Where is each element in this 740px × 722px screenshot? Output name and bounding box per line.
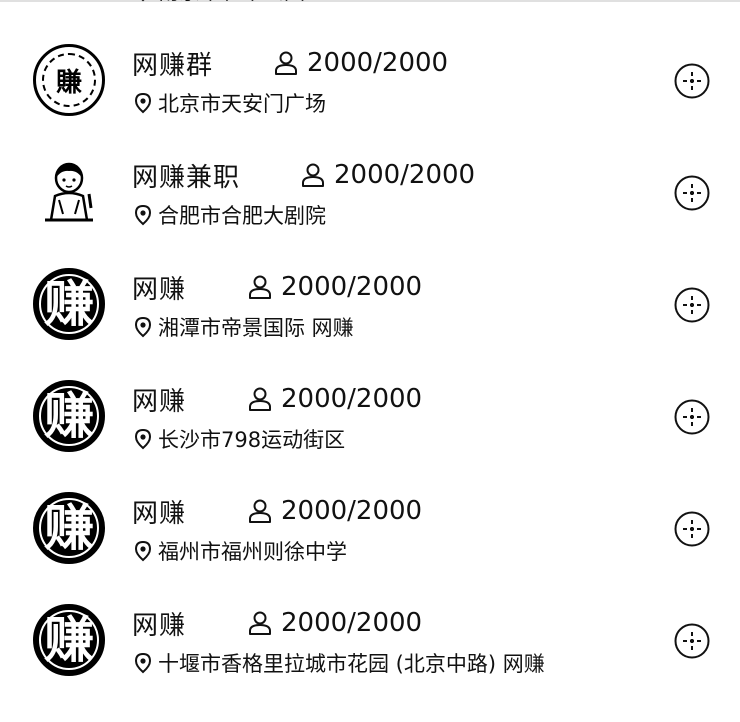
member-count: 2000/2000 xyxy=(247,496,422,526)
group-location: 北京市天安门广场 xyxy=(158,92,326,116)
group-location-line: 福州市福州则徐中学 xyxy=(132,536,347,566)
group-title-line: 网赚群 2000/2000 xyxy=(132,45,448,82)
member-count: 2000/2000 xyxy=(273,48,448,78)
member-count-value: 2000/2000 xyxy=(281,384,423,414)
group-title-line: 网赚 2000/2000 xyxy=(132,269,422,306)
group-name[interactable]: 网赚 xyxy=(132,269,247,306)
join-group-button[interactable] xyxy=(673,286,711,324)
member-count: 2000/2000 xyxy=(300,160,475,190)
join-group-button[interactable] xyxy=(673,174,711,212)
group-location: 福州市福州则徐中学 xyxy=(158,540,347,564)
member-count: 2000/2000 xyxy=(247,272,422,302)
group-row[interactable]: 网赚兼职 2000/2000 合肥市合肥大剧院 xyxy=(0,136,740,248)
group-avatar[interactable]: 赚 xyxy=(33,268,105,340)
group-row[interactable]: 賺 网赚群 2000/2000 北京市天安门广场 xyxy=(0,24,740,136)
group-location-line: 湘潭市帝景国际 网赚 xyxy=(132,312,354,342)
member-count-value: 2000/2000 xyxy=(281,272,423,302)
person-icon xyxy=(302,163,324,187)
group-avatar[interactable]: 賺 xyxy=(33,44,105,116)
location-pin-icon xyxy=(134,92,152,114)
group-location: 湘潭市帝景国际 网赚 xyxy=(158,316,354,340)
group-title-line: 网赚 2000/2000 xyxy=(132,605,422,642)
group-name[interactable]: 网赚 xyxy=(132,605,247,642)
avatar-glyph: 賺 xyxy=(55,67,82,98)
group-avatar[interactable]: 赚 xyxy=(33,380,105,452)
location-pin-icon xyxy=(134,428,152,450)
group-row[interactable]: 赚 网赚 2000/2000 长沙市798运动街区 xyxy=(0,360,740,472)
avatar-glyph: 赚 xyxy=(44,610,94,669)
avatar-glyph: 赚 xyxy=(44,274,94,333)
group-location-line: 合肥市合肥大剧院 xyxy=(132,200,326,230)
group-name[interactable]: 网赚群 xyxy=(132,45,273,82)
group-location-line: 南京市和平公园 1234 xyxy=(132,0,365,6)
join-group-button[interactable] xyxy=(673,62,711,100)
group-location-line: 北京市天安门广场 xyxy=(132,88,326,118)
member-count: 2000/2000 xyxy=(247,384,422,414)
person-icon xyxy=(249,275,271,299)
group-name[interactable]: 网赚兼职 xyxy=(132,157,300,194)
group-title-line: 网赚兼职 2000/2000 xyxy=(132,157,475,194)
group-avatar[interactable]: 赚 xyxy=(33,492,105,564)
group-location: 合肥市合肥大剧院 xyxy=(158,204,326,228)
join-group-button[interactable] xyxy=(673,622,711,660)
group-avatar[interactable] xyxy=(33,156,105,228)
group-row[interactable]: 赚 网赚 2000/2000 十堰市香格里拉城市花园 (北京中路) 网赚 xyxy=(0,584,740,696)
group-avatar[interactable] xyxy=(33,0,105,4)
group-name[interactable]: 网赚 xyxy=(132,381,247,418)
group-list: 南京市和平公园 1234 賺 网赚群 2000/2000 北京市天安门广场网赚兼职 200… xyxy=(0,0,740,696)
join-group-button[interactable] xyxy=(673,510,711,548)
member-count-value: 2000/2000 xyxy=(307,48,449,78)
group-row[interactable]: 南京市和平公园 1234 xyxy=(0,0,740,24)
join-group-button[interactable] xyxy=(673,398,711,436)
avatar-glyph: 赚 xyxy=(44,386,94,445)
member-count-value: 2000/2000 xyxy=(334,160,476,190)
group-row[interactable]: 赚 网赚 2000/2000 湘潭市帝景国际 网赚 xyxy=(0,248,740,360)
group-location: 长沙市798运动街区 xyxy=(158,428,346,452)
member-count-value: 2000/2000 xyxy=(281,608,423,638)
avatar-glyph: 赚 xyxy=(44,498,94,557)
group-title-line: 网赚 2000/2000 xyxy=(132,493,422,530)
person-icon xyxy=(249,387,271,411)
group-location-line: 长沙市798运动街区 xyxy=(132,424,345,454)
person-icon xyxy=(249,499,271,523)
location-pin-icon xyxy=(141,0,145,2)
location-pin-icon xyxy=(134,652,152,674)
group-location: 十堰市香格里拉城市花园 (北京中路) 网赚 xyxy=(158,652,545,676)
group-location: 南京市和平公园 1234 xyxy=(158,0,365,6)
group-name[interactable]: 网赚 xyxy=(132,493,247,530)
person-icon xyxy=(275,51,297,75)
group-title-line: 网赚 2000/2000 xyxy=(132,381,422,418)
member-count: 2000/2000 xyxy=(247,608,422,638)
group-avatar[interactable]: 赚 xyxy=(33,604,105,676)
location-pin-icon xyxy=(134,540,152,562)
location-pin-icon xyxy=(134,204,152,226)
group-location-line: 十堰市香格里拉城市花园 (北京中路) 网赚 xyxy=(132,648,545,678)
member-count-value: 2000/2000 xyxy=(281,496,423,526)
group-row[interactable]: 赚 网赚 2000/2000 福州市福州则徐中学 xyxy=(0,472,740,584)
person-icon xyxy=(249,611,271,635)
location-pin-icon xyxy=(134,316,152,338)
